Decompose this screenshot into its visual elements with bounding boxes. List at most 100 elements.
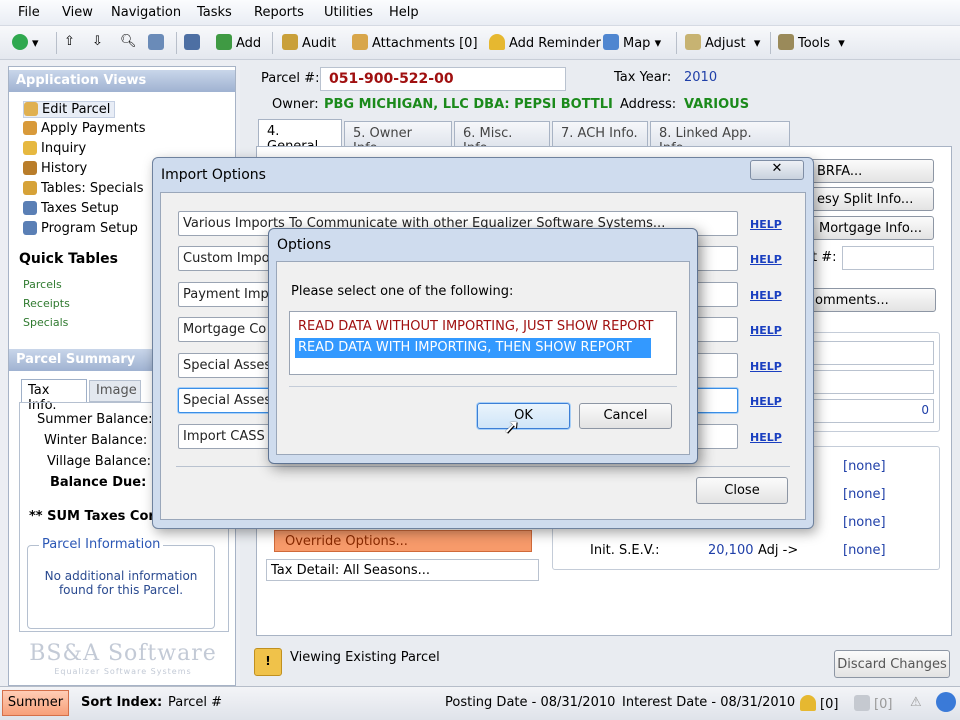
setup-icon [23,201,37,215]
right-input-2[interactable] [812,370,934,394]
screenshot-icon[interactable] [148,34,168,51]
tools-button[interactable]: Tools ▾ [778,34,845,51]
option-read-without-import[interactable]: READ DATA WITHOUT IMPORTING, JUST SHOW R… [298,319,653,334]
app-view-tables-specials[interactable]: Tables: Specials [23,181,144,196]
none-value-2[interactable]: [none] [843,487,886,502]
help-link-7[interactable]: HELP [750,431,782,444]
bsa-logo: BS&A Software [29,641,217,666]
none-value-1[interactable]: [none] [843,459,886,474]
down-arrow-icon[interactable]: ⇩ [92,34,103,49]
help-link-1[interactable]: HELP [750,218,782,231]
right-field-input[interactable] [842,246,934,270]
brfa-button[interactable]: BRFA... [810,159,934,183]
app-view-apply-payments[interactable]: Apply Payments [23,121,146,136]
option-read-with-import[interactable]: READ DATA WITH IMPORTING, THEN SHOW REPO… [295,338,651,358]
reminders-indicator[interactable]: [0] [800,695,838,712]
help-link-4[interactable]: HELP [750,324,782,337]
add-button[interactable]: Add [216,34,261,51]
tab-image[interactable]: Image [89,380,141,402]
payments-icon [23,121,37,135]
history-icon [23,161,37,175]
menu-utilities[interactable]: Utilities [324,5,373,20]
close-icon[interactable]: ✕ [750,160,804,180]
split-info-button[interactable]: esy Split Info... [810,187,934,211]
address-label: Address: [620,97,677,112]
options-title: Options [277,237,332,253]
override-options-button[interactable]: Override Options... [274,530,532,552]
none-value-4[interactable]: [none] [843,543,886,558]
toolbar: ▾ ⇧ ⇩ 🔍︎ Add Audit Attachments [0] Add R… [0,26,960,60]
init-sev-label: Init. S.E.V.: [590,543,660,558]
menu-help[interactable]: Help [389,5,419,20]
season-badge[interactable]: Summer [2,690,69,716]
menu-reports[interactable]: Reports [254,5,304,20]
alert-icon[interactable]: ⚠ [910,695,922,710]
tab-linked-app-info[interactable]: 8. Linked App. Info. [650,121,790,156]
menu-navigation[interactable]: Navigation [111,5,181,20]
summer-balance-label: Summer Balance: [37,412,153,427]
import-options-title: Import Options [161,167,266,183]
right-input-1[interactable] [812,341,934,365]
quick-table-specials[interactable]: Specials [23,316,68,329]
discard-changes-button[interactable]: Discard Changes [834,650,950,678]
village-balance-label: Village Balance: [47,454,152,469]
app-view-history[interactable]: History [23,161,87,176]
adjust-button[interactable]: Adjust ▾ [685,34,760,51]
mouse-cursor-icon: ➚ [503,414,520,438]
import-close-button[interactable]: Close [696,477,788,504]
quick-table-parcels[interactable]: Parcels [23,278,62,291]
app-view-taxes-setup[interactable]: Taxes Setup [23,201,119,216]
mortgage-info-button[interactable]: Mortgage Info... [810,216,934,240]
help-link-5[interactable]: HELP [750,360,782,373]
help-link-2[interactable]: HELP [750,253,782,266]
tax-year-label: Tax Year: [614,70,672,85]
tax-detail-button[interactable]: Tax Detail: All Seasons... [266,559,539,581]
audit-button[interactable]: Audit [282,34,336,51]
comments-button[interactable]: omments... [810,288,936,312]
tables-icon [23,181,37,195]
up-arrow-icon[interactable]: ⇧ [64,34,75,49]
inquiry-icon [23,141,37,155]
map-button[interactable]: Map ▾ [603,34,661,51]
options-prompt: Please select one of the following: [291,284,514,299]
app-view-program-setup[interactable]: Program Setup [23,221,138,236]
bell-icon [800,695,816,711]
interest-date: Interest Date - 08/31/2010 [622,695,796,710]
menu-bar: File View Navigation Tasks Reports Utili… [0,0,960,26]
adj-label: Adj -> [758,543,799,558]
right-field-label: t #: [812,250,837,265]
tab-ach-info[interactable]: 7. ACH Info. [552,121,648,147]
cancel-button[interactable]: Cancel [579,403,672,429]
app-view-edit-parcel[interactable]: Edit Parcel [23,101,116,118]
edit-icon [24,102,38,116]
tab-tax-info[interactable]: Tax Info. [21,379,87,413]
menu-view[interactable]: View [62,5,93,20]
user-icon[interactable] [936,692,956,712]
tab-misc-info[interactable]: 6. Misc. Info [454,121,550,156]
quick-table-receipts[interactable]: Receipts [23,297,70,310]
app-view-inquiry[interactable]: Inquiry [23,141,86,156]
bell-icon [489,34,505,50]
tab-owner-info[interactable]: 5. Owner Info. [344,121,452,156]
parcel-label: Parcel #: [261,71,320,86]
menu-file[interactable]: File [18,5,40,20]
sum-taxes-label: ** SUM Taxes Cor [29,509,155,524]
parcel-number-field[interactable]: 051-900-522-00 [320,67,566,91]
ok-button[interactable]: OK [477,403,570,429]
tab-general[interactable]: 4. General [258,119,342,154]
attachments-indicator[interactable]: [0] [854,695,892,712]
attachments-button[interactable]: Attachments [0] [352,34,478,51]
sort-index-value[interactable]: Parcel # [168,695,222,710]
add-reminder-button[interactable]: Add Reminder [489,34,601,51]
adjust-icon [685,34,701,50]
right-input-3[interactable]: 0 [812,399,934,423]
search-icon[interactable]: 🔍︎ [120,34,137,49]
none-value-3[interactable]: [none] [843,515,886,530]
tools-icon [778,34,794,50]
menu-tasks[interactable]: Tasks [197,5,232,20]
print-icon[interactable] [184,34,204,51]
sort-index-label: Sort Index: [81,695,163,710]
help-link-6[interactable]: HELP [750,395,782,408]
help-link-3[interactable]: HELP [750,289,782,302]
back-icon[interactable]: ▾ [12,34,39,51]
